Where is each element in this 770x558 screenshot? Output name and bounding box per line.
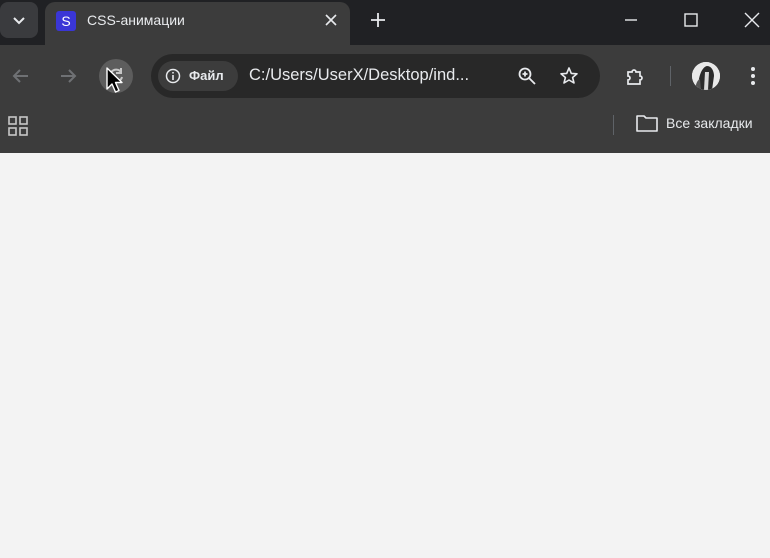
window-close-button[interactable]	[729, 0, 770, 40]
star-icon	[560, 67, 578, 84]
minimize-button[interactable]	[608, 0, 654, 40]
tab-title: CSS-анимации	[87, 12, 185, 28]
site-info-label: Файл	[189, 68, 224, 83]
maximize-icon	[684, 13, 698, 27]
bookmarks-divider	[613, 115, 614, 135]
all-bookmarks-label: Все закладки	[666, 115, 753, 131]
avatar-icon	[692, 62, 720, 90]
minimize-icon	[625, 19, 637, 21]
new-tab-button[interactable]	[366, 8, 390, 32]
mouse-cursor-icon	[106, 67, 123, 93]
tab-favicon: S	[56, 11, 76, 31]
menu-button[interactable]	[736, 59, 770, 93]
all-bookmarks-button[interactable]: Все закладки	[636, 114, 753, 132]
tab-strip: S CSS-анимации	[0, 0, 770, 45]
chevron-down-icon	[13, 17, 25, 25]
plus-icon	[371, 13, 385, 27]
puzzle-icon	[627, 69, 643, 85]
forward-button[interactable]	[51, 59, 85, 93]
maximize-button[interactable]	[668, 0, 714, 40]
close-icon	[744, 12, 760, 28]
url-text[interactable]: C:/Users/UserX/Desktop/ind...	[249, 66, 469, 85]
tab-search-button[interactable]	[0, 2, 38, 38]
toolbar-divider	[670, 66, 671, 86]
extensions-button[interactable]	[618, 59, 652, 93]
apps-grid-icon	[8, 116, 28, 136]
arrow-left-icon	[12, 69, 28, 83]
address-bar[interactable]: Файл C:/Users/UserX/Desktop/ind...	[151, 54, 600, 98]
zoom-icon	[518, 67, 536, 85]
more-vert-icon	[751, 67, 755, 85]
bookmarks-bar: Все закладки	[0, 108, 770, 153]
close-icon	[325, 14, 337, 26]
zoom-button[interactable]	[515, 64, 539, 88]
active-tab[interactable]: S CSS-анимации	[45, 2, 350, 45]
back-button[interactable]	[4, 59, 38, 93]
profile-avatar[interactable]	[692, 62, 720, 90]
tab-close-button[interactable]	[321, 10, 341, 30]
site-info-chip[interactable]: Файл	[158, 61, 238, 91]
apps-button[interactable]	[8, 116, 28, 140]
arrow-right-icon	[61, 69, 77, 83]
bookmark-star-button[interactable]	[557, 64, 581, 88]
folder-icon	[636, 115, 658, 132]
page-content	[0, 153, 770, 558]
info-icon	[165, 68, 181, 84]
